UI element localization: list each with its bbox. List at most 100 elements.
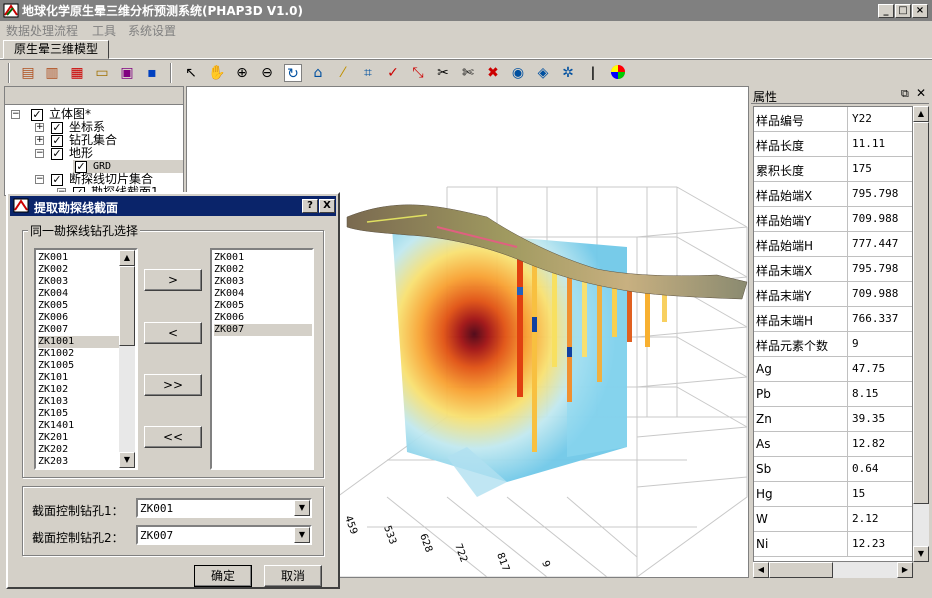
property-row[interactable]: 累积长度 175 — [754, 157, 912, 182]
rotate-icon[interactable]: ↻ — [284, 64, 302, 82]
scroll-down-icon[interactable]: ▼ — [913, 546, 929, 562]
list-item[interactable]: ZK202 — [38, 444, 120, 456]
property-row[interactable]: W 2.12 — [754, 507, 912, 532]
list-item[interactable]: ZK103 — [38, 396, 120, 408]
new-layer-icon[interactable]: ▤ — [19, 64, 37, 82]
axis-icon[interactable]: ⌂ — [309, 64, 327, 82]
collapse-icon[interactable]: − — [35, 149, 44, 158]
scroll-thumb[interactable] — [119, 266, 135, 346]
list-item[interactable]: ZK1401 — [38, 420, 120, 432]
pan-hand-icon[interactable]: ✋ — [208, 64, 226, 82]
zoom-out-icon[interactable]: ⊖ — [258, 64, 276, 82]
property-row[interactable]: Sb 0.64 — [754, 457, 912, 482]
checkbox-checked-icon[interactable]: ✓ — [51, 122, 63, 134]
property-row[interactable]: 样品末端X 795.798 — [754, 257, 912, 282]
list-item[interactable]: ZK101 — [38, 372, 120, 384]
list-item[interactable]: ZK003 — [38, 276, 120, 288]
property-row[interactable]: 样品长度 11.11 — [754, 132, 912, 157]
expand-icon[interactable]: + — [35, 136, 44, 145]
slice-icon[interactable]: ✄ — [459, 64, 477, 82]
collapse-icon[interactable]: − — [35, 175, 44, 184]
tree-item-label[interactable]: 地形 — [69, 147, 93, 160]
menu-data-process[interactable]: 数据处理流程 — [6, 22, 78, 39]
dialog-close-button[interactable]: X — [319, 199, 335, 213]
property-row[interactable]: Ag 47.75 — [754, 357, 912, 382]
property-row[interactable]: Hg 15 — [754, 482, 912, 507]
scroll-right-icon[interactable]: ▶ — [897, 562, 913, 578]
selected-holes-list[interactable]: ZK001 ZK002 ZK003 ZK004 ZK005 ZK006 ZK007 — [210, 248, 314, 470]
list-item[interactable]: ZK105 — [38, 408, 120, 420]
list-item[interactable]: ZK004 — [214, 288, 312, 300]
checkbox-checked-icon[interactable]: ✓ — [31, 109, 43, 121]
list-item[interactable]: ZK002 — [214, 264, 312, 276]
scissors-icon[interactable]: ✂ — [434, 64, 452, 82]
list-item[interactable]: ZK1002 — [38, 348, 120, 360]
scroll-left-icon[interactable]: ◀ — [753, 562, 769, 578]
checkbox-checked-icon[interactable]: ✓ — [51, 135, 63, 147]
property-row[interactable]: 样品始端X 795.798 — [754, 182, 912, 207]
marker-icon[interactable]: ǀ — [584, 64, 602, 82]
list-item[interactable]: ZK003 — [214, 276, 312, 288]
property-row[interactable]: Zn 39.35 — [754, 407, 912, 432]
list-item[interactable]: ZK102 — [38, 384, 120, 396]
chevron-down-icon[interactable]: ▼ — [294, 500, 310, 516]
list-vscroll[interactable]: ▲ ▼ — [119, 250, 135, 468]
property-row[interactable]: 样品始端H 777.447 — [754, 232, 912, 257]
property-row[interactable]: As 12.82 — [754, 432, 912, 457]
settings-icon[interactable]: ✲ — [559, 64, 577, 82]
scroll-thumb[interactable] — [913, 122, 929, 504]
remove-button[interactable]: < — [144, 322, 202, 344]
maximize-button[interactable]: □ — [895, 4, 911, 18]
list-item[interactable]: ZK001 — [214, 252, 312, 264]
minimize-button[interactable]: _ — [878, 4, 894, 18]
list-item[interactable]: ZK007 — [38, 324, 120, 336]
properties-vscroll[interactable]: ▲ ▼ — [913, 106, 929, 562]
menu-settings[interactable]: 系统设置 — [128, 22, 176, 39]
property-row[interactable]: 样品元素个数 9 — [754, 332, 912, 357]
copy-layer-icon[interactable]: ▥ — [43, 64, 61, 82]
list-item[interactable]: ZK006 — [214, 312, 312, 324]
cut-line-icon[interactable]: ⤡ — [409, 64, 427, 82]
list-item[interactable]: ZK005 — [38, 300, 120, 312]
checkbox-checked-icon[interactable]: ✓ — [51, 148, 63, 160]
property-row[interactable]: Ni 12.23 — [754, 532, 912, 557]
pointer-icon[interactable]: ↖ — [182, 64, 200, 82]
checkbox-checked-icon[interactable]: ✓ — [51, 174, 63, 186]
sphere-icon[interactable]: ◉ — [509, 64, 527, 82]
scroll-thumb[interactable] — [769, 562, 833, 578]
list-item[interactable]: ZK001 — [38, 252, 120, 264]
list-item[interactable]: ZK007 — [214, 324, 312, 336]
property-row[interactable]: 样品始端Y 709.988 — [754, 207, 912, 232]
menu-tools[interactable]: 工具 — [92, 22, 116, 39]
help-button[interactable]: ? — [302, 199, 318, 213]
tab-3d-model[interactable]: 原生晕三维模型 — [3, 40, 109, 59]
list-item[interactable]: ZK005 — [214, 300, 312, 312]
expand-icon[interactable]: + — [35, 123, 44, 132]
list-item[interactable]: ZK002 — [38, 264, 120, 276]
list-item[interactable]: ZK204 — [38, 468, 120, 470]
draw-line-icon[interactable]: ✓ — [384, 64, 402, 82]
property-row[interactable]: 样品末端Y 709.988 — [754, 282, 912, 307]
chevron-down-icon[interactable]: ▼ — [294, 527, 310, 543]
ctrl1-select[interactable]: ZK001 ▼ — [136, 498, 312, 518]
add-all-button[interactable]: >> — [144, 374, 202, 396]
list-item[interactable]: ZK201 — [38, 432, 120, 444]
cancel-button[interactable]: 取消 — [264, 565, 322, 587]
remove-all-button[interactable]: << — [144, 426, 202, 448]
list-item[interactable]: ZK004 — [38, 288, 120, 300]
save-icon[interactable]: ▪ — [143, 64, 161, 82]
color-wheel-icon[interactable] — [609, 64, 627, 82]
list-item[interactable]: ZK203 — [38, 456, 120, 468]
scroll-up-icon[interactable]: ▲ — [119, 250, 135, 266]
erase-icon[interactable]: ✖ — [484, 64, 502, 82]
ctrl2-select[interactable]: ZK007 ▼ — [136, 525, 312, 545]
property-row[interactable]: 样品编号 Y22 — [754, 107, 912, 132]
fit-view-icon[interactable]: ⌗ — [359, 64, 377, 82]
scroll-down-icon[interactable]: ▼ — [119, 452, 135, 468]
property-row[interactable]: Pb 8.15 — [754, 382, 912, 407]
list-item[interactable]: ZK1005 — [38, 360, 120, 372]
close-panel-icon[interactable]: ✕ — [916, 86, 926, 100]
properties-hscroll[interactable]: ◀ ▶ — [753, 562, 913, 578]
zoom-in-icon[interactable]: ⊕ — [233, 64, 251, 82]
magic-wand-icon[interactable]: ⁄ — [334, 64, 352, 82]
